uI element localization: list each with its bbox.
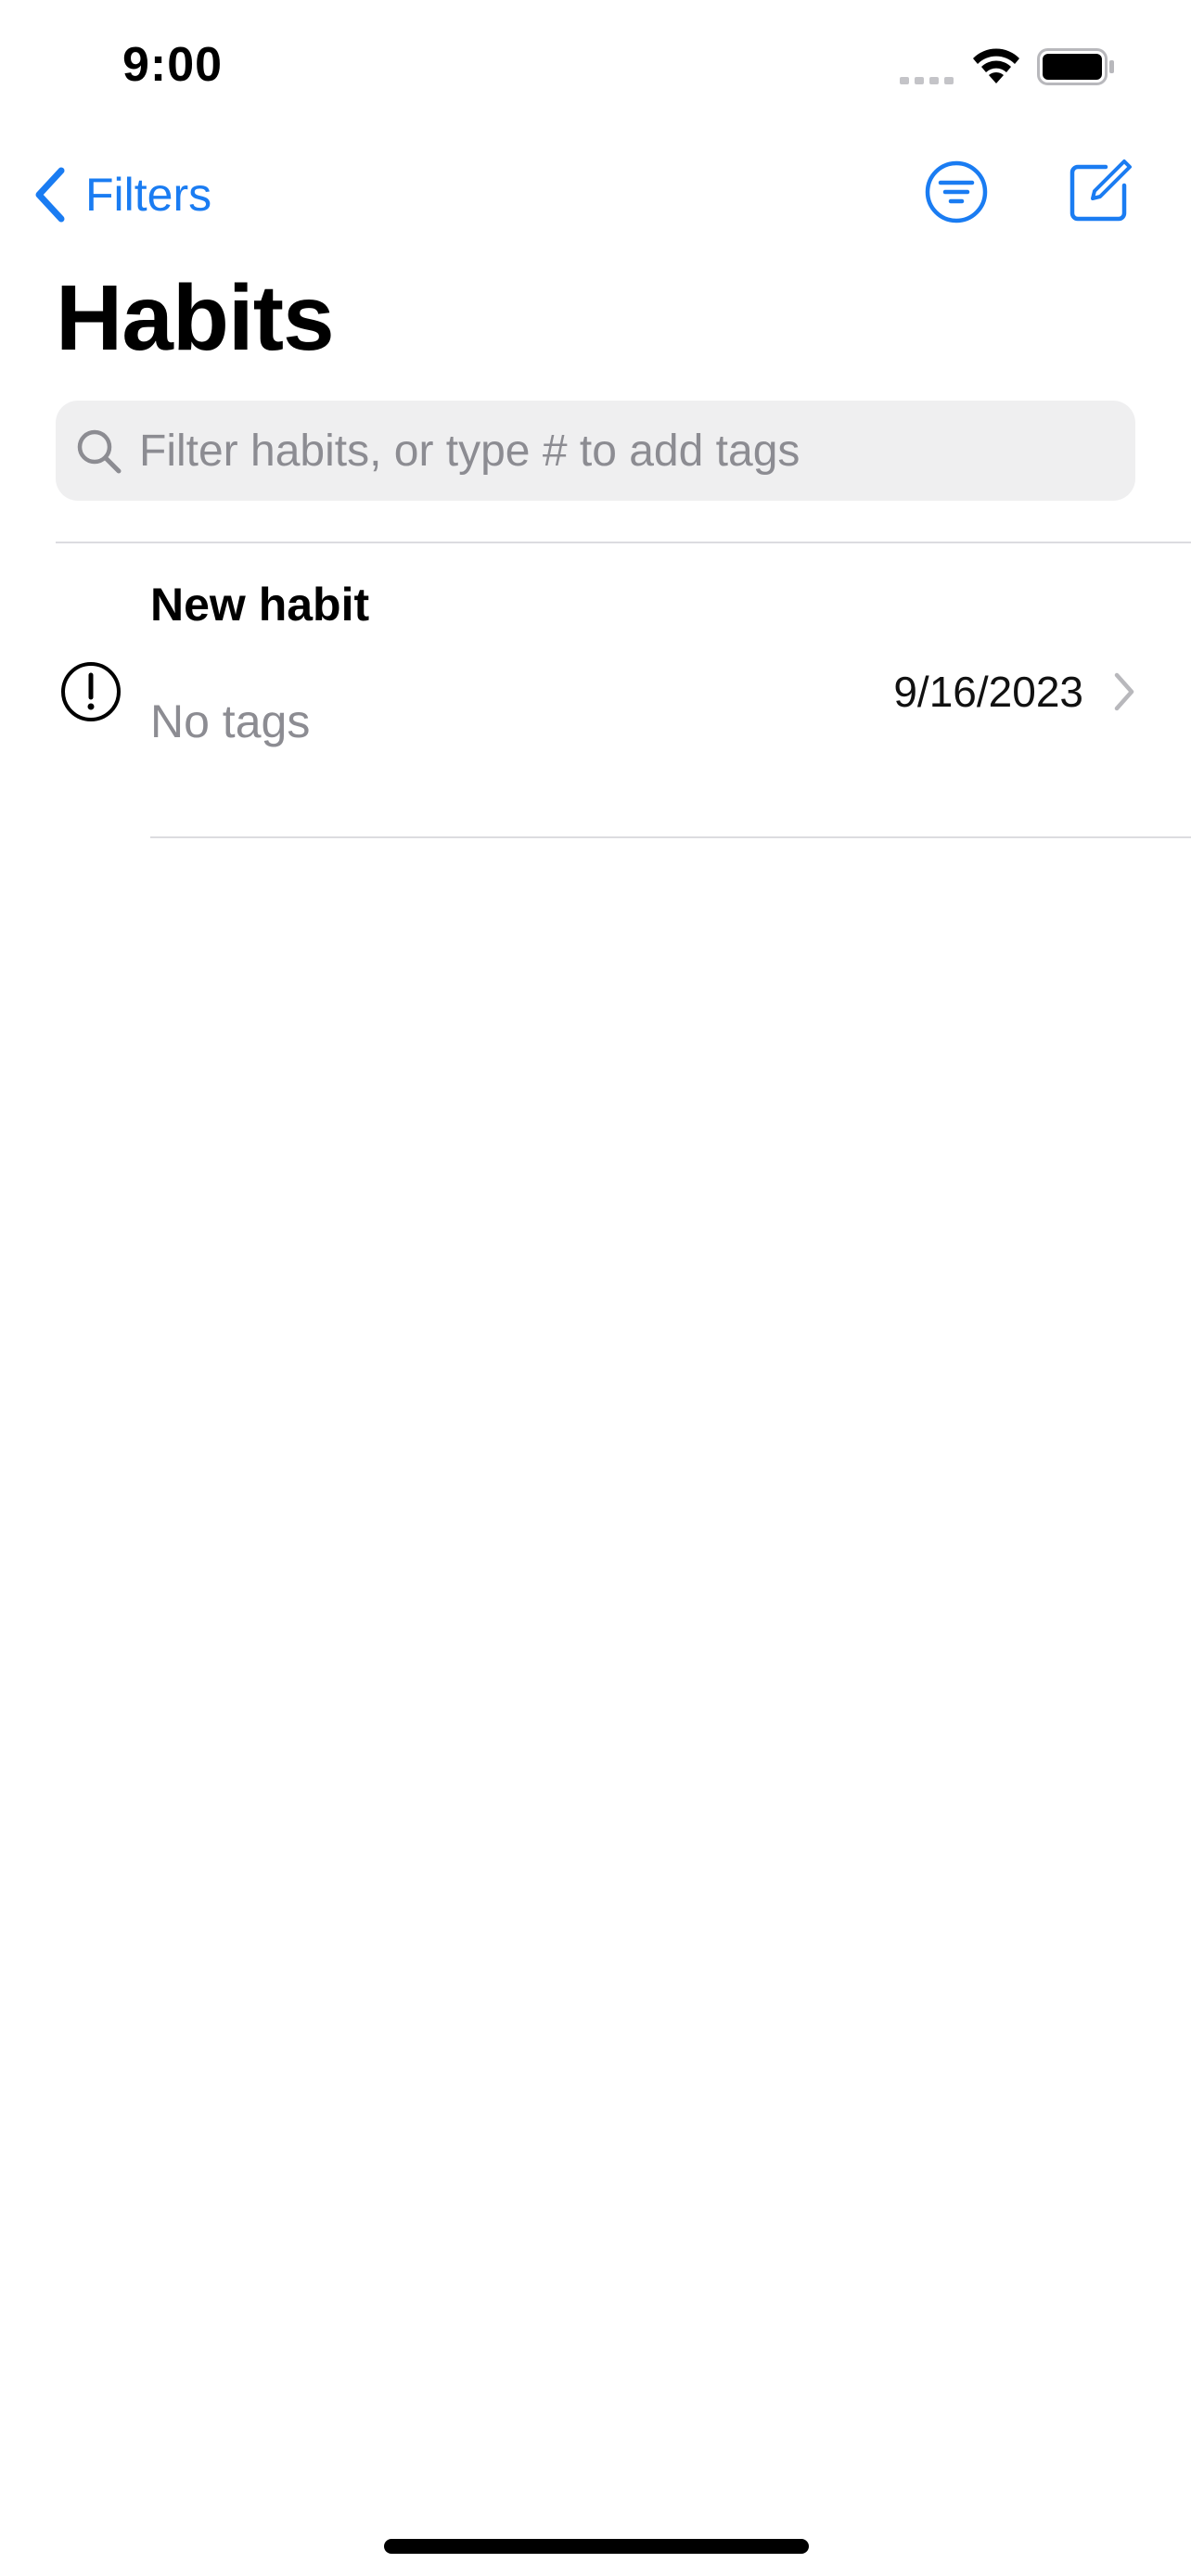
- back-button-label: Filters: [85, 169, 212, 221]
- filter-circle-icon[interactable]: [924, 159, 989, 224]
- search-icon: [77, 429, 122, 474]
- habit-tags: No tags: [150, 695, 311, 747]
- search-input[interactable]: [139, 401, 1113, 501]
- compose-icon[interactable]: [1067, 158, 1133, 224]
- habit-date: 9/16/2023: [893, 668, 1083, 716]
- exclamation-circle-icon: [61, 662, 121, 721]
- status-time: 9:00: [122, 38, 224, 92]
- page-title: Habits: [56, 266, 335, 370]
- battery-icon: [1037, 48, 1114, 85]
- search-bar[interactable]: [56, 401, 1135, 501]
- chevron-right-icon: [1114, 672, 1134, 711]
- chevron-left-icon: [35, 167, 65, 223]
- wifi-icon: [973, 48, 1019, 83]
- back-button[interactable]: Filters: [33, 165, 211, 224]
- row-divider: [150, 836, 1191, 838]
- habit-row[interactable]: New habit No tags 9/16/2023: [0, 543, 1191, 838]
- status-bar: 9:00: [0, 0, 1191, 130]
- home-indicator: [384, 2539, 809, 2554]
- habit-title: New habit: [150, 579, 370, 631]
- cellular-signal-icon: [900, 77, 954, 84]
- navigation-bar: Filters: [0, 148, 1191, 241]
